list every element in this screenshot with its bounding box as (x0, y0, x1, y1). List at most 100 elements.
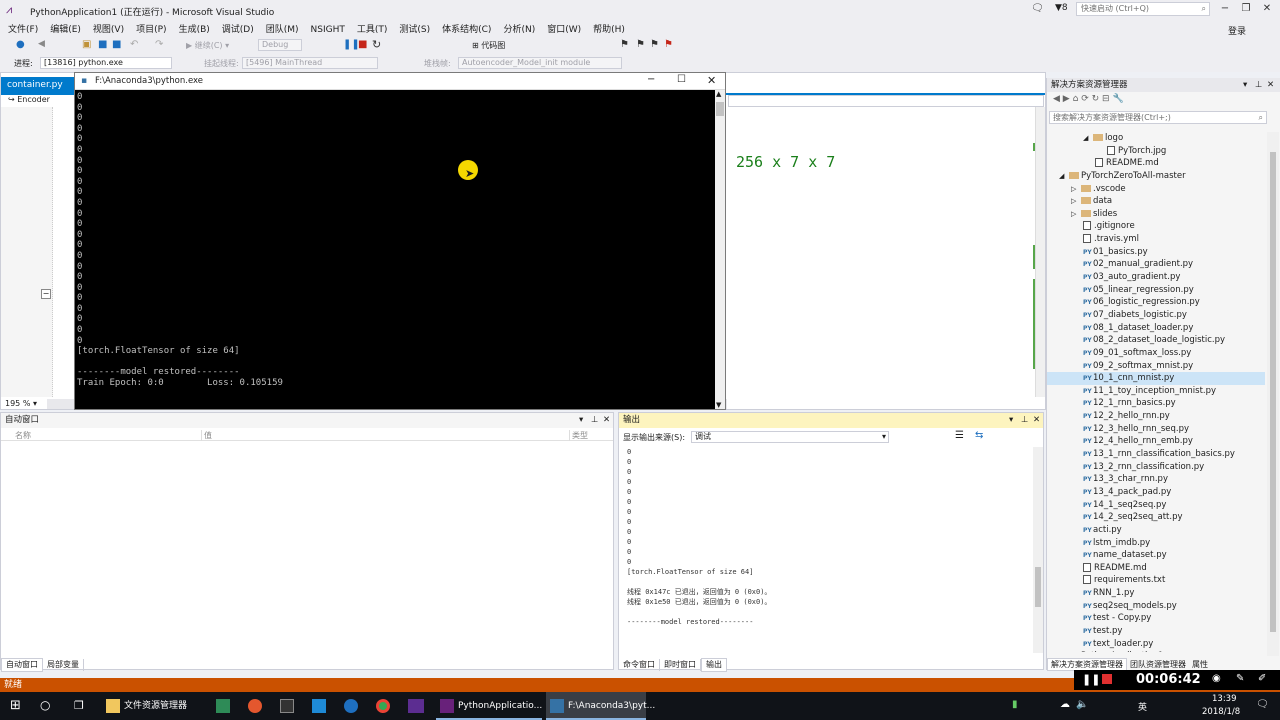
tree-item[interactable]: PY14_1_seq2seq.py (1047, 499, 1265, 512)
clock-date[interactable]: 2018/1/8 (1202, 707, 1240, 717)
open-file-icon[interactable]: ▣ (82, 39, 91, 50)
thread-select[interactable]: [5496] MainThread (242, 57, 378, 69)
undo-icon[interactable]: ↶ (130, 39, 138, 50)
column-name[interactable]: 名称 (15, 430, 31, 441)
back-icon[interactable]: ◀ ▶ (1053, 94, 1070, 104)
tree-item[interactable]: PY13_1_rnn_classification_basics.py (1047, 448, 1265, 461)
menu-debug[interactable]: 调试(D) (216, 20, 260, 35)
tree-item[interactable]: PY08_2_dataset_loade_logistic.py (1047, 334, 1265, 347)
notification-icon[interactable]: 🗨 (1031, 3, 1044, 14)
sign-in-link[interactable]: 登录 (1222, 22, 1252, 37)
panel-menu-icon[interactable]: ▾ (1243, 78, 1247, 92)
volume-icon[interactable]: 🔈 (1076, 699, 1088, 710)
panel-close-icon[interactable]: ✕ (1267, 78, 1274, 92)
tree-item[interactable]: .travis.yml (1047, 233, 1265, 246)
tab-output[interactable]: 输出 (701, 658, 727, 672)
save-icon[interactable]: ■ (98, 39, 107, 50)
battery-icon[interactable]: ▮ (1012, 699, 1018, 710)
chrome-icon[interactable] (376, 699, 390, 713)
tree-item[interactable]: PYlstm_imdb.py (1047, 537, 1265, 550)
tree-item[interactable]: PyTorch.jpg (1047, 145, 1265, 158)
column-type[interactable]: 类型 (569, 430, 588, 441)
clear-all-icon[interactable]: ☰ (955, 430, 964, 441)
bookmark-next-icon[interactable]: ⚑ (650, 39, 659, 50)
menu-test[interactable]: 测试(S) (393, 20, 436, 35)
collapsed-arrow-icon[interactable]: ▷ (1071, 183, 1081, 196)
console-title-bar[interactable]: ▪ F:\Anaconda3\python.exe − ☐ ✕ (75, 73, 725, 90)
clock-time[interactable]: 13:39 (1212, 694, 1237, 704)
new-project-icon[interactable]: ● (16, 39, 25, 50)
windows-start-icon[interactable]: ⊞ (10, 698, 21, 713)
sync-icon[interactable]: ⟳ (1081, 94, 1089, 104)
class-dropdown[interactable]: ↪ Encoder (5, 95, 75, 107)
tab-team-explorer[interactable]: 团队资源管理器 (1127, 659, 1189, 670)
solution-search-input[interactable]: 搜索解决方案资源管理器(Ctrl+;) ⌕ (1049, 111, 1267, 124)
save-all-icon[interactable]: ■ (112, 39, 121, 50)
tree-item[interactable]: PY01_basics.py (1047, 246, 1265, 259)
tree-item[interactable]: ◢ logo (1047, 132, 1265, 145)
tree-item[interactable]: PY13_3_char_rnn.py (1047, 473, 1265, 486)
menu-nsight[interactable]: NSIGHT (305, 23, 351, 35)
tab-properties[interactable]: 属性 (1189, 659, 1211, 670)
power-icon[interactable] (344, 699, 358, 713)
tree-item[interactable]: PYseq2seq_models.py (1047, 600, 1265, 613)
ime-indicator[interactable]: 英 (1138, 700, 1147, 713)
tree-item[interactable]: PY12_4_hello_rnn_emb.py (1047, 435, 1265, 448)
network-icon[interactable]: ☁ (1060, 699, 1070, 710)
tree-item[interactable]: ▷ slides (1047, 208, 1265, 221)
tree-item[interactable]: requirements.txt (1047, 574, 1265, 587)
panel-close-icon[interactable]: ✕ (1033, 413, 1040, 428)
menu-window[interactable]: 窗口(W) (541, 20, 587, 35)
process-select[interactable]: [13816] python.exe (40, 57, 172, 69)
tab-autos[interactable]: 自动窗口 (1, 658, 43, 672)
menu-view[interactable]: 视图(V) (87, 20, 130, 35)
tree-item[interactable]: PY03_auto_gradient.py (1047, 271, 1265, 284)
menu-analyze[interactable]: 分析(N) (497, 20, 541, 35)
bookmark-prev-icon[interactable]: ⚑ (636, 39, 645, 50)
tree-item[interactable]: README.md (1047, 157, 1265, 170)
maximize-button[interactable]: ❐ (1236, 0, 1256, 18)
properties-icon[interactable]: 🔧 (1112, 94, 1123, 104)
word-wrap-icon[interactable]: ⇆ (975, 430, 983, 441)
pin-icon[interactable]: ⊥ (1255, 78, 1262, 92)
tree-item[interactable]: PY09_2_softmax_mnist.py (1047, 360, 1265, 373)
taskbar-file-explorer[interactable]: 文件资源管理器 (102, 692, 206, 720)
tree-item[interactable]: PY14_2_seq2seq_att.py (1047, 511, 1265, 524)
menu-tools[interactable]: 工具(T) (351, 20, 394, 35)
minimize-button[interactable]: − (1215, 0, 1235, 18)
tab-command-window[interactable]: 命令窗口 (619, 659, 660, 671)
collapsed-arrow-icon[interactable]: ▷ (1071, 208, 1081, 221)
pause-record-icon[interactable]: ❚❚ (1082, 673, 1100, 686)
pen-icon[interactable]: ✎ (1236, 673, 1244, 684)
tree-item[interactable]: README.md (1047, 562, 1265, 575)
tree-item[interactable]: PYtest - Copy.py (1047, 612, 1265, 625)
bookmark-icon[interactable]: ⚑ (620, 39, 629, 50)
expanded-arrow-icon[interactable]: ◢ (1059, 170, 1069, 183)
refresh-icon[interactable]: ↻ (1092, 94, 1100, 104)
zoom-select[interactable]: 195 % ▾ (5, 398, 45, 410)
pencil-icon[interactable]: ✐ (1258, 673, 1266, 684)
tree-item[interactable]: PYacti.py (1047, 524, 1265, 537)
tree-item[interactable]: ▷ data (1047, 195, 1265, 208)
scroll-up-icon[interactable]: ▲ (716, 90, 721, 98)
panel-close-icon[interactable]: ✕ (603, 413, 610, 428)
collapse-icon[interactable]: − (41, 289, 51, 299)
app-icon[interactable] (216, 699, 230, 713)
output-vscrollbar[interactable] (1033, 447, 1043, 653)
tree-item[interactable]: PY12_2_hello_rnn.py (1047, 410, 1265, 423)
tree-item[interactable]: PY10_1_cnn_mnist.py (1047, 372, 1265, 385)
tree-item[interactable]: PYRNN_1.py (1047, 587, 1265, 600)
console-scrollbar[interactable]: ▲ ▼ (715, 90, 725, 409)
tree-item[interactable]: PY05_linear_regression.py (1047, 284, 1265, 297)
tree-item[interactable]: PY02_manual_gradient.py (1047, 258, 1265, 271)
tree-item[interactable]: PY09_01_softmax_loss.py (1047, 347, 1265, 360)
collapsed-arrow-icon[interactable]: ▷ (1071, 195, 1081, 208)
stop-icon[interactable]: ■ (358, 39, 367, 50)
pin-icon[interactable]: ⊥ (591, 413, 598, 428)
tree-item[interactable]: ◢ PyTorchZeroToAll-master (1047, 170, 1265, 183)
menu-team[interactable]: 团队(M) (260, 20, 305, 35)
restart-icon[interactable]: ↻ (372, 38, 381, 51)
config-select[interactable]: Debug (258, 39, 302, 51)
pin-icon[interactable]: ⊥ (1021, 413, 1028, 428)
panel-menu-icon[interactable]: ▾ (1009, 413, 1013, 428)
